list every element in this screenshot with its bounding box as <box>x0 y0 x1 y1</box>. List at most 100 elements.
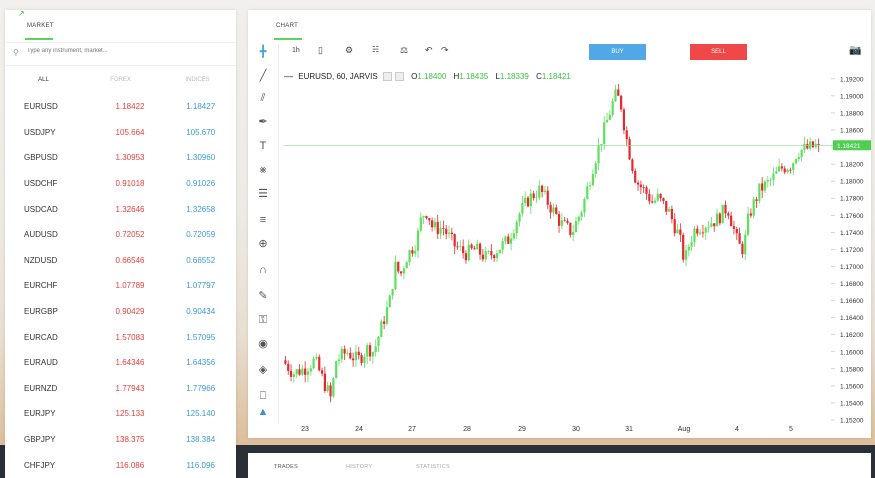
candle-body <box>704 227 707 233</box>
candle-body <box>484 251 487 260</box>
candle-body <box>549 204 552 213</box>
candle-body <box>682 234 685 260</box>
instrument-symbol: CHFJPY <box>24 460 56 470</box>
candle-body <box>349 352 352 359</box>
instrument-row[interactable]: EURCHF 1.07789 1.07797 <box>5 273 236 299</box>
x-tick-label: 5 <box>789 426 793 433</box>
candle-body <box>490 251 493 256</box>
instrument-row[interactable]: NZDUSD 0.66546 0.66552 <box>5 248 236 274</box>
market-tab-label: MARKET <box>27 23 54 29</box>
instrument-row[interactable]: GBPUSD 1.30953 1.30960 <box>5 145 236 171</box>
instrument-row[interactable]: EURCAD 1.57083 1.57095 <box>5 324 236 350</box>
candle-body <box>504 236 507 242</box>
ask-price: 138.384 <box>186 435 216 445</box>
candle-body <box>735 229 738 234</box>
candle-body <box>715 213 719 227</box>
market-tab[interactable]: MARKET <box>5 10 236 42</box>
candle-body <box>363 356 366 363</box>
candle-body <box>442 228 445 229</box>
candle-body <box>766 180 769 182</box>
instrument-row[interactable]: CHFJPY 116.086 116.096 <box>5 452 236 478</box>
candle-body <box>414 250 417 254</box>
instrument-row[interactable]: USDCAD 1.32646 1.32658 <box>5 196 236 222</box>
filter-all[interactable]: ALL <box>5 77 82 83</box>
tab-statistics[interactable]: STATISTICS <box>416 464 450 470</box>
bottom-tabs: TRADES HISTORY STATISTICS <box>248 453 871 478</box>
y-tick-label: 1.17600 <box>840 213 864 220</box>
candle-body <box>597 145 600 164</box>
instrument-symbol: EURJPY <box>24 409 56 419</box>
candle-body <box>696 228 699 234</box>
bid-price: 1.18422 <box>115 102 145 112</box>
candle-body <box>538 185 541 198</box>
candle-body <box>707 226 710 228</box>
price-chart[interactable]: 1.192001.190001.188001.186001.184001.182… <box>248 10 871 438</box>
candle-body <box>800 149 803 158</box>
candle-body <box>473 248 476 250</box>
instrument-row[interactable]: EURUSD 1.18422 1.18427 <box>5 94 236 120</box>
y-tick-label: 1.17200 <box>840 247 864 254</box>
candle-body <box>326 385 329 391</box>
ask-price: 1.77966 <box>186 383 216 393</box>
candle-body <box>368 345 372 357</box>
instrument-row[interactable]: AUDUSD 0.72052 0.72059 <box>5 222 236 248</box>
candle-body <box>501 241 504 250</box>
y-tick-label: 1.17800 <box>840 196 864 203</box>
instrument-search-input[interactable] <box>25 47 219 55</box>
candle-body <box>360 355 363 363</box>
candle-body <box>662 198 665 202</box>
candle-body <box>693 228 696 242</box>
last-price-label: 1.18421 <box>837 143 861 150</box>
instrument-search[interactable]: ⚲ <box>5 42 236 66</box>
candle-body <box>346 352 349 354</box>
candle-body <box>755 199 758 201</box>
y-tick-label: 1.18200 <box>840 162 864 169</box>
candle-body <box>445 228 448 234</box>
candle-body <box>453 234 456 247</box>
candle-body <box>521 203 524 214</box>
instrument-symbol: EURUSD <box>24 102 58 112</box>
instrument-row[interactable]: USDCHF 0.91018 0.91026 <box>5 171 236 197</box>
candle-body <box>634 170 637 183</box>
instrument-row[interactable]: GBPJPY 138.375 138.384 <box>5 427 236 453</box>
candle-body <box>292 374 295 377</box>
instrument-row[interactable]: USDJPY 105.664 105.670 <box>5 120 236 146</box>
candle-body <box>577 216 580 222</box>
instrument-row[interactable]: EURJPY 125.133 125.140 ↗ <box>5 9 236 427</box>
instrument-row[interactable]: EURNZD 1.77943 1.77966 <box>5 376 236 402</box>
y-tick-label: 1.16800 <box>840 281 864 288</box>
instrument-row[interactable]: EURAUD 1.64346 1.64356 <box>5 350 236 376</box>
candle-body <box>769 179 772 181</box>
filter-forex[interactable]: FOREX <box>82 77 159 83</box>
candle-body <box>462 246 465 254</box>
candle-body <box>746 213 750 235</box>
candle-body <box>487 251 490 252</box>
instrument-list: EURUSD 1.18422 1.18427 USDJPY 105.664 105.670… <box>5 9 236 478</box>
candle-body <box>780 166 784 169</box>
candle-body <box>761 183 764 191</box>
candle-body <box>476 243 479 250</box>
instrument-row[interactable]: EURGBP 0.90429 0.90434 <box>5 299 236 325</box>
candle-body <box>730 215 733 227</box>
y-tick-label: 1.15200 <box>840 418 864 425</box>
candle-body <box>493 255 496 259</box>
y-tick-label: 1.17000 <box>840 264 864 271</box>
candle-body <box>803 144 806 150</box>
bid-price: 1.30953 <box>115 153 145 163</box>
bid-price: 116.086 <box>115 460 145 470</box>
candle-body <box>777 166 781 172</box>
candle-body <box>428 218 431 221</box>
candle-body <box>772 173 775 180</box>
tab-history[interactable]: HISTORY <box>346 464 372 470</box>
bid-price: 125.133 <box>115 409 145 419</box>
x-tick-label: 30 <box>572 426 580 433</box>
ask-price: 125.140 <box>186 409 216 419</box>
candle-body <box>605 119 609 123</box>
candle-body <box>315 356 318 359</box>
candle-body <box>699 232 702 234</box>
filter-indices[interactable]: INDICES <box>159 77 236 83</box>
candle-body <box>295 369 298 375</box>
tab-trades[interactable]: TRADES <box>274 464 298 470</box>
candle-body <box>306 371 310 375</box>
bid-price: 1.77943 <box>115 383 145 393</box>
